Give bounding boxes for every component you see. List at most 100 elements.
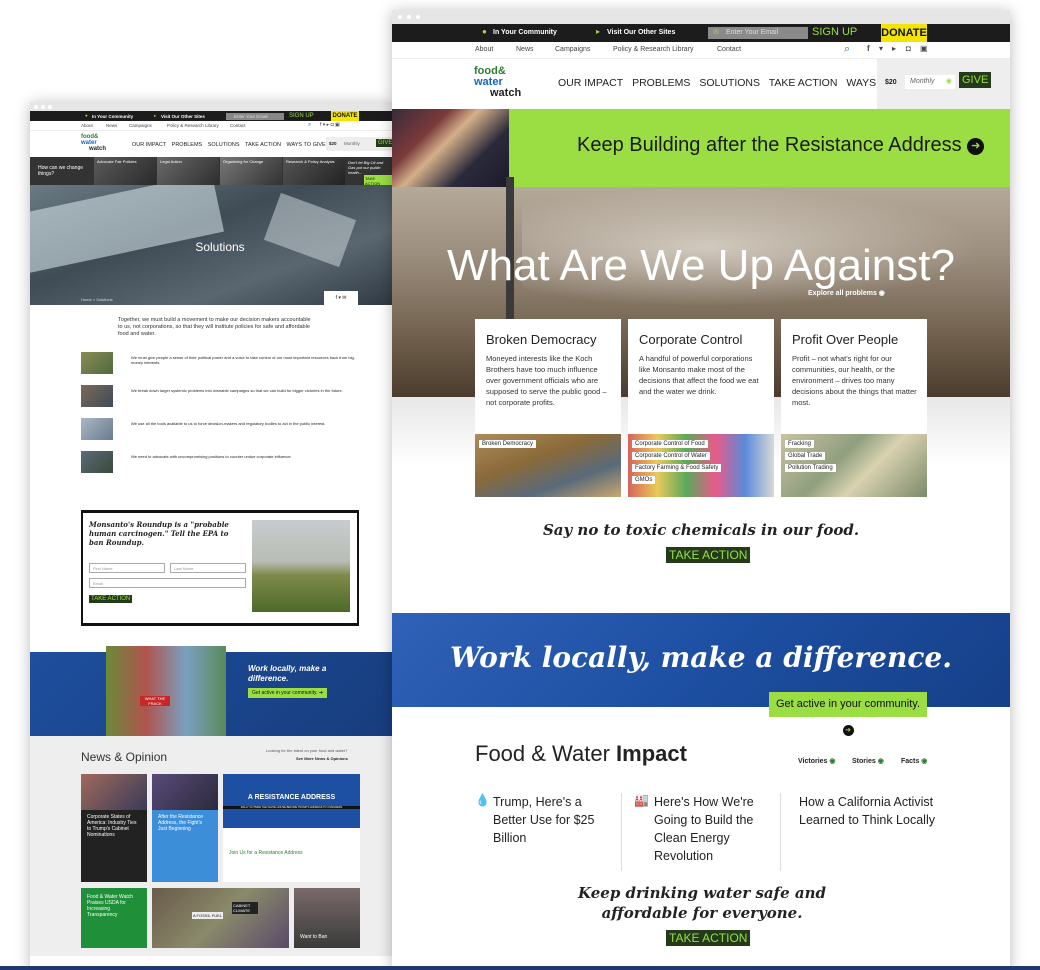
youtube-icon[interactable]: ▸: [892, 44, 896, 53]
email-input[interactable]: ✉ Enter Your Email: [708, 27, 808, 39]
filter-facts[interactable]: Facts ◉: [901, 757, 927, 765]
chevron-down-icon: ◉: [945, 78, 952, 85]
give-frequency: Monthly: [910, 78, 935, 85]
impact-item-3[interactable]: How a California Activist Learned to Thi…: [799, 793, 939, 829]
resistance-title: A RESISTANCE ADDRESS: [247, 794, 336, 801]
solutions-strip: How can we change things? Advocate Fair …: [30, 157, 392, 187]
nav-solutions[interactable]: SOLUTIONS: [699, 77, 760, 89]
community-link[interactable]: In Your Community: [493, 29, 557, 36]
cta-take-action-button[interactable]: TAKE ACTION: [666, 930, 751, 946]
first-name-field[interactable]: First Name: [89, 563, 165, 573]
facebook-icon[interactable]: f: [867, 44, 870, 53]
sub-nav: About News Campaigns Policy & Research L…: [392, 42, 1010, 58]
impact-item-divider: [621, 793, 622, 871]
subnav-about[interactable]: About: [81, 123, 93, 128]
subnav-campaigns[interactable]: Campaigns: [555, 46, 590, 53]
strip-item-advocate[interactable]: Advocate Fair Policies: [94, 157, 156, 185]
activists-photo: [106, 646, 226, 736]
donate-button[interactable]: DONATE: [881, 24, 927, 42]
signup-button[interactable]: SIGN UP: [289, 113, 314, 119]
list-item: We break down larger systemic problems i…: [81, 385, 381, 407]
news-card-3[interactable]: A RESISTANCE ADDRESS RALLY OUTSIDE THE W…: [223, 774, 360, 882]
logo[interactable]: food& water watch: [474, 66, 540, 102]
other-sites-link[interactable]: Visit Our Other Sites: [161, 114, 205, 119]
card-tag[interactable]: Corporate Control of Food: [632, 440, 708, 448]
last-name-field[interactable]: Last Name: [170, 563, 246, 573]
share-box[interactable]: f ▾ ✉: [324, 291, 358, 305]
breadcrumb[interactable]: Home > Solutions: [81, 297, 113, 302]
filter-stories[interactable]: Stories ◉: [852, 757, 884, 765]
nav-problems[interactable]: PROBLEMS: [632, 77, 690, 89]
explore-problems-link[interactable]: Explore all problems ◉: [808, 289, 885, 297]
subnav-news[interactable]: News: [516, 46, 534, 53]
form-take-action-button[interactable]: TAKE ACTION: [89, 595, 133, 603]
news-more-link[interactable]: See More News & Opinions: [296, 756, 348, 761]
news-card-4[interactable]: Food & Water Watch Praises USDA for Incr…: [81, 888, 147, 948]
list-thumb: [81, 385, 113, 407]
subnav-about[interactable]: About: [475, 46, 493, 53]
news-card-1[interactable]: Corporate States of America: Industry Ti…: [81, 774, 147, 882]
subnav-contact[interactable]: Contact: [717, 46, 741, 53]
give-amount[interactable]: $20: [885, 79, 897, 86]
card-tag[interactable]: Broken Democracy: [479, 440, 537, 448]
filter-victories[interactable]: Victories ◉: [798, 757, 836, 765]
top-bar: ● In Your Community ▸ Visit Our Other Si…: [392, 24, 1010, 42]
impact-title-light: Food & Water: [475, 741, 610, 766]
signup-button[interactable]: SIGN UP: [812, 26, 857, 38]
email-input[interactable]: Enter Your Email: [226, 112, 284, 120]
rss-icon[interactable]: ▣: [920, 44, 928, 53]
arrow-icon: ◉: [877, 758, 884, 765]
news-card-image: [81, 774, 147, 810]
news-card-2[interactable]: After the Resistance Address, the Fight'…: [152, 774, 218, 882]
card-title: Broken Democracy: [486, 332, 597, 347]
search-icon[interactable]: ⌕: [308, 122, 311, 129]
announcement-banner[interactable]: Keep Building after the Resistance Addre…: [392, 109, 1010, 187]
card-title: Profit Over People: [792, 332, 899, 347]
work-local-band: WHAT THE FRACK Work locally, make a diff…: [30, 646, 392, 736]
subnav-campaigns[interactable]: Campaigns: [129, 123, 152, 128]
card-tag[interactable]: Corporate Control of Water: [632, 452, 710, 460]
frequency-select[interactable]: Monthly ◉: [905, 75, 955, 89]
filter-label: Victories: [798, 758, 828, 765]
news-card-5-photo[interactable]: A FOSSIL FUEL CABINET CLIMATE: [152, 888, 289, 948]
search-icon[interactable]: ⌕: [844, 43, 850, 56]
strip-item-legal[interactable]: Legal Action: [157, 157, 219, 185]
subnav-policy[interactable]: Policy & Research Library: [613, 46, 694, 53]
nav-take-action[interactable]: TAKE ACTION: [769, 77, 838, 89]
email-field[interactable]: Email: [89, 578, 246, 588]
community-link[interactable]: In Your Community: [92, 114, 133, 119]
local-button[interactable]: Get active in your community. ➜: [248, 688, 328, 698]
give-frequency[interactable]: Monthly: [344, 141, 360, 146]
envelope-icon: ✉: [713, 29, 719, 36]
card-tag[interactable]: Global Trade: [785, 452, 826, 460]
social-icons[interactable]: f ▾ ▸ ◘ ▣: [320, 122, 340, 128]
impact-item-1[interactable]: 💧 Trump, Here's a Better Use for $25 Bil…: [475, 793, 615, 847]
nav-ways-to-give[interactable]: WAYS TO GIVE: [287, 142, 326, 148]
nav-take-action[interactable]: TAKE ACTION: [245, 142, 281, 148]
sign-what-the-frack: WHAT THE FRACK: [140, 696, 170, 706]
news-card-6[interactable]: Want to Ban: [294, 888, 360, 948]
give-amount[interactable]: $20: [329, 141, 337, 146]
nav-our-impact[interactable]: OUR IMPACT: [132, 142, 166, 148]
strip-item-organizing[interactable]: Organizing for Change: [220, 157, 282, 185]
impact-item-2[interactable]: 🏭 Here's How We're Going to Build the Cl…: [634, 793, 774, 865]
subnav-policy[interactable]: Policy & Research Library: [167, 123, 219, 128]
twitter-icon[interactable]: ▾: [879, 44, 883, 53]
list-thumb: [81, 418, 113, 440]
sub-nav: About News Campaigns Policy & Research L…: [30, 121, 392, 130]
give-button[interactable]: GIVE: [376, 139, 392, 147]
logo[interactable]: food& water watch: [81, 134, 119, 156]
cta-take-action-button[interactable]: TAKE ACTION: [666, 547, 751, 563]
nav-our-impact[interactable]: OUR IMPACT: [558, 77, 623, 89]
nav-problems[interactable]: PROBLEMS: [172, 142, 203, 148]
strip-item-research[interactable]: Research & Policy Analysis: [283, 157, 345, 185]
nav-solutions[interactable]: SOLUTIONS: [208, 142, 240, 148]
donate-button[interactable]: DONATE: [331, 111, 359, 121]
news-aside: Looking for the latest on your food and …: [266, 748, 348, 753]
subnav-contact[interactable]: Contact: [230, 123, 246, 128]
subnav-news[interactable]: News: [106, 123, 117, 128]
give-button[interactable]: GIVE: [959, 72, 992, 88]
other-sites-link[interactable]: Visit Our Other Sites: [607, 29, 675, 36]
card-tag[interactable]: Fracking: [785, 440, 815, 448]
instagram-icon[interactable]: ◘: [906, 44, 911, 53]
